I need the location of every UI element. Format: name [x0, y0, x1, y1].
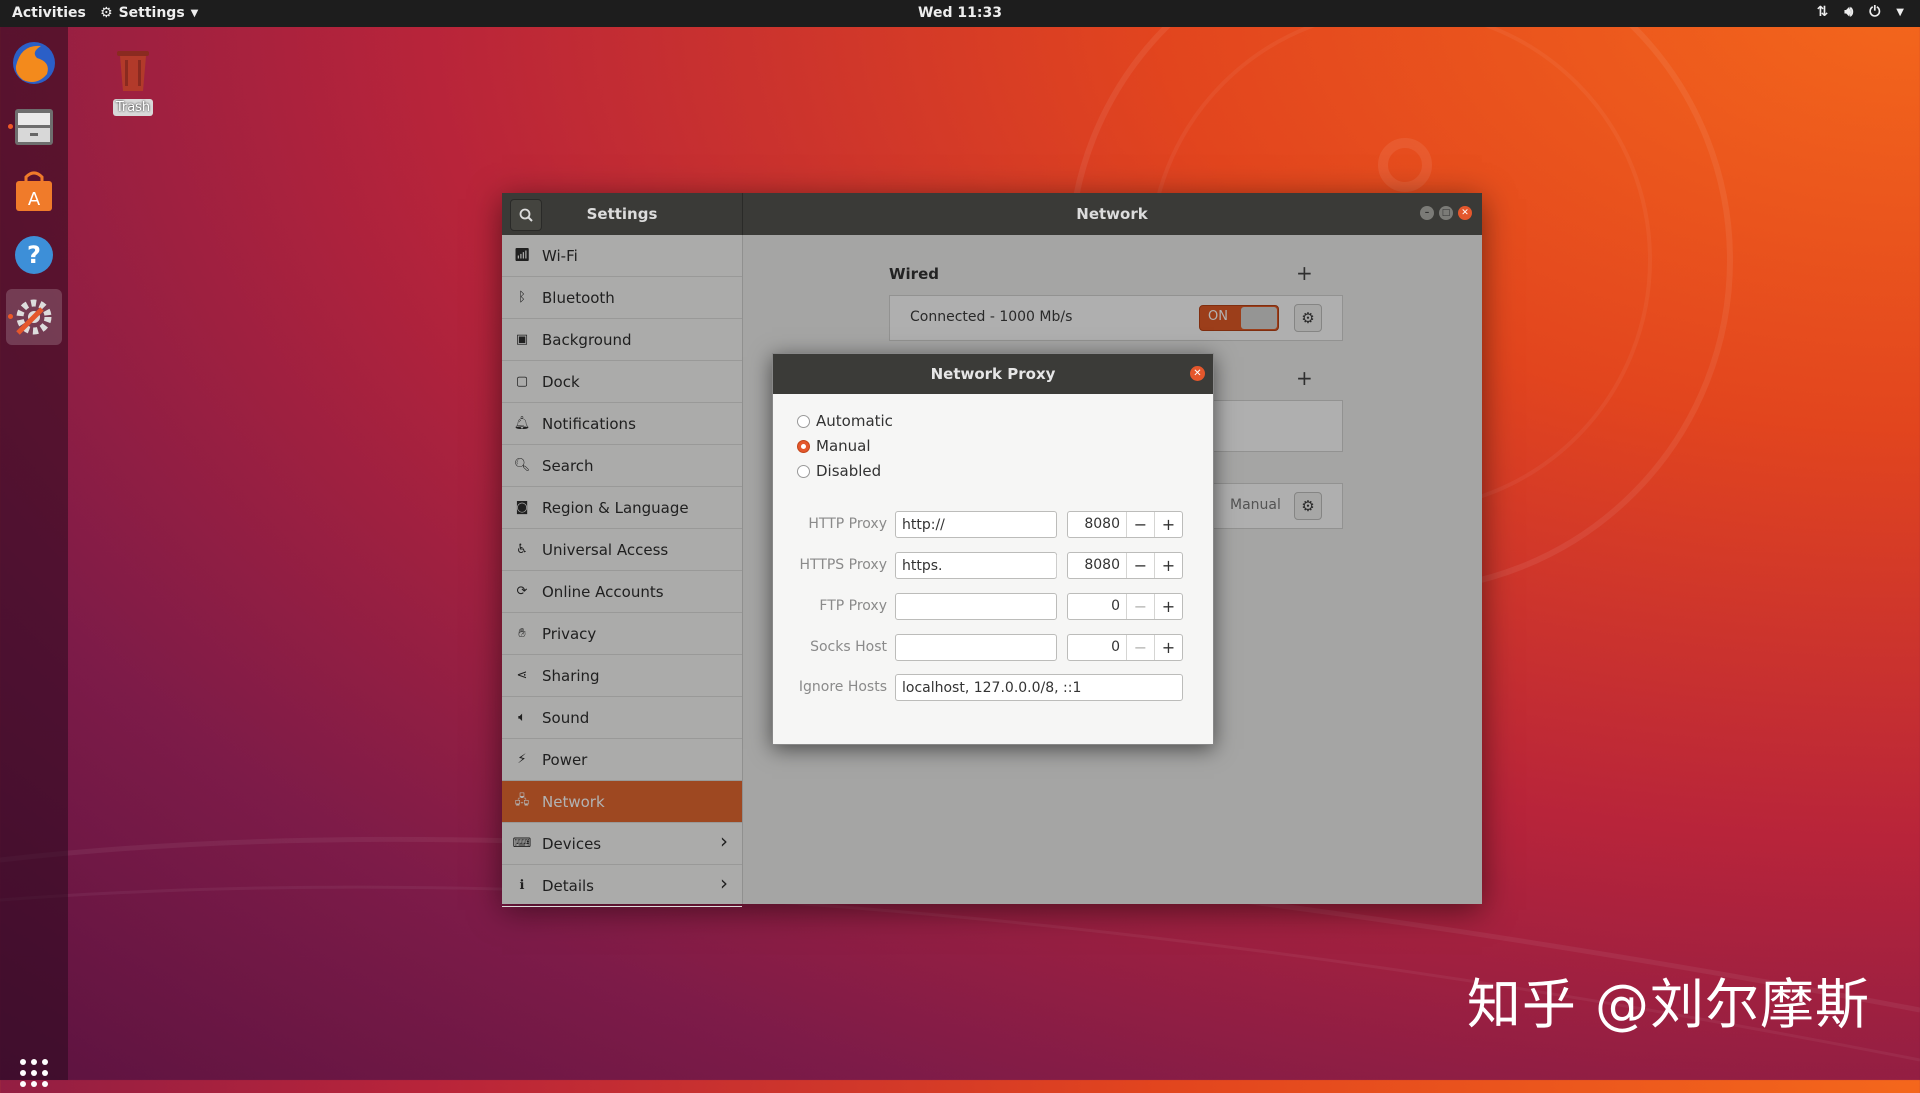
dock: A ?	[0, 27, 68, 1087]
power-icon: ⏻	[1869, 4, 1881, 20]
files-launcher[interactable]	[6, 99, 62, 155]
panel-title: Network	[1076, 205, 1148, 223]
increment-button[interactable]: +	[1155, 635, 1182, 660]
help-launcher[interactable]: ?	[6, 227, 62, 283]
close-button[interactable]: ✕	[1458, 206, 1472, 220]
trash-desktop-icon[interactable]: Trash	[108, 45, 158, 116]
top-bar: Activities ⚙ Settings ▼ Wed 11:33 ⇅ 🔊︎ ⏻…	[0, 0, 1920, 27]
decrement-button[interactable]: −	[1127, 635, 1155, 660]
file-cabinet-icon	[15, 109, 53, 145]
settings-tools-icon	[16, 299, 52, 335]
radio-indicator	[797, 439, 810, 453]
settings-launcher[interactable]	[6, 289, 62, 345]
increment-button[interactable]: +	[1155, 553, 1182, 578]
show-applications-button[interactable]	[18, 1057, 50, 1089]
https-port-stepper[interactable]: 8080 − +	[1067, 552, 1183, 579]
decrement-button[interactable]: −	[1127, 553, 1155, 578]
maximize-icon: □	[1441, 208, 1451, 218]
trash-icon	[117, 51, 149, 91]
radio-indicator	[797, 464, 810, 478]
app-grid-icon	[20, 1059, 48, 1087]
port-value[interactable]: 0	[1068, 594, 1127, 619]
radio-indicator	[797, 414, 810, 428]
app-menu-label: Settings	[118, 5, 185, 21]
socks-host-label: Socks Host	[810, 639, 887, 655]
clock[interactable]: Wed 11:33	[918, 5, 1002, 21]
dialog-titlebar: Network Proxy ✕	[773, 354, 1213, 394]
socks-host-input[interactable]	[895, 634, 1057, 661]
radio-label: Automatic	[816, 412, 893, 430]
shopping-bag-icon: A	[16, 171, 52, 211]
window-titlebar: Settings Network – □ ✕	[502, 193, 1482, 235]
close-icon: ✕	[1193, 368, 1202, 379]
firefox-icon	[13, 42, 55, 84]
decrement-button[interactable]: −	[1127, 594, 1155, 619]
minimize-icon: –	[1424, 208, 1430, 218]
minimize-button[interactable]: –	[1420, 206, 1434, 220]
system-tray[interactable]: ⇅ 🔊︎ ⏻ ▼	[1817, 4, 1904, 20]
watermark: 知乎 @刘尔摩斯	[1466, 973, 1870, 1036]
radio-label: Manual	[816, 437, 871, 455]
volume-icon: 🔊︎	[1844, 4, 1854, 20]
svg-text:?: ?	[27, 241, 41, 269]
ignore-hosts-label: Ignore Hosts	[798, 679, 887, 695]
app-menu[interactable]: ⚙ Settings ▼	[100, 5, 198, 21]
radio-label: Disabled	[816, 462, 882, 480]
caret-down-icon: ▼	[1896, 6, 1904, 18]
software-launcher[interactable]: A	[6, 163, 62, 219]
sidebar-title: Settings	[586, 205, 658, 223]
close-icon: ✕	[1461, 208, 1469, 218]
ftp-proxy-label: FTP Proxy	[819, 598, 887, 614]
ftp-port-stepper[interactable]: 0 − +	[1067, 593, 1183, 620]
caret-down-icon: ▼	[190, 7, 199, 19]
port-value[interactable]: 8080	[1068, 553, 1127, 578]
increment-button[interactable]: +	[1155, 512, 1182, 537]
help-icon: ?	[15, 236, 53, 274]
radio-automatic[interactable]: Automatic	[797, 412, 893, 430]
http-proxy-label: HTTP Proxy	[808, 516, 887, 532]
ignore-hosts-input[interactable]: localhost, 127.0.0.0/8, ::1	[895, 674, 1183, 701]
activities-button[interactable]: Activities	[12, 5, 86, 21]
socks-port-stepper[interactable]: 0 − +	[1067, 634, 1183, 661]
http-port-stepper[interactable]: 8080 − +	[1067, 511, 1183, 538]
port-value[interactable]: 8080	[1068, 512, 1127, 537]
maximize-button[interactable]: □	[1439, 206, 1453, 220]
gear-icon: ⚙	[100, 5, 113, 21]
trash-label: Trash	[112, 99, 154, 116]
dialog-title: Network Proxy	[930, 365, 1056, 383]
dialog-close-button[interactable]: ✕	[1190, 366, 1205, 381]
network-proxy-dialog: Network Proxy ✕ Automatic Manual Disable…	[772, 353, 1214, 745]
radio-disabled[interactable]: Disabled	[797, 462, 881, 480]
https-proxy-label: HTTPS Proxy	[799, 557, 887, 573]
ftp-proxy-input[interactable]	[895, 593, 1057, 620]
svg-text:A: A	[28, 189, 41, 210]
port-value[interactable]: 0	[1068, 635, 1127, 660]
firefox-launcher[interactable]	[6, 35, 62, 91]
radio-manual[interactable]: Manual	[797, 437, 871, 455]
increment-button[interactable]: +	[1155, 594, 1182, 619]
network-status-icon: ⇅	[1816, 4, 1829, 20]
decrement-button[interactable]: −	[1127, 512, 1155, 537]
